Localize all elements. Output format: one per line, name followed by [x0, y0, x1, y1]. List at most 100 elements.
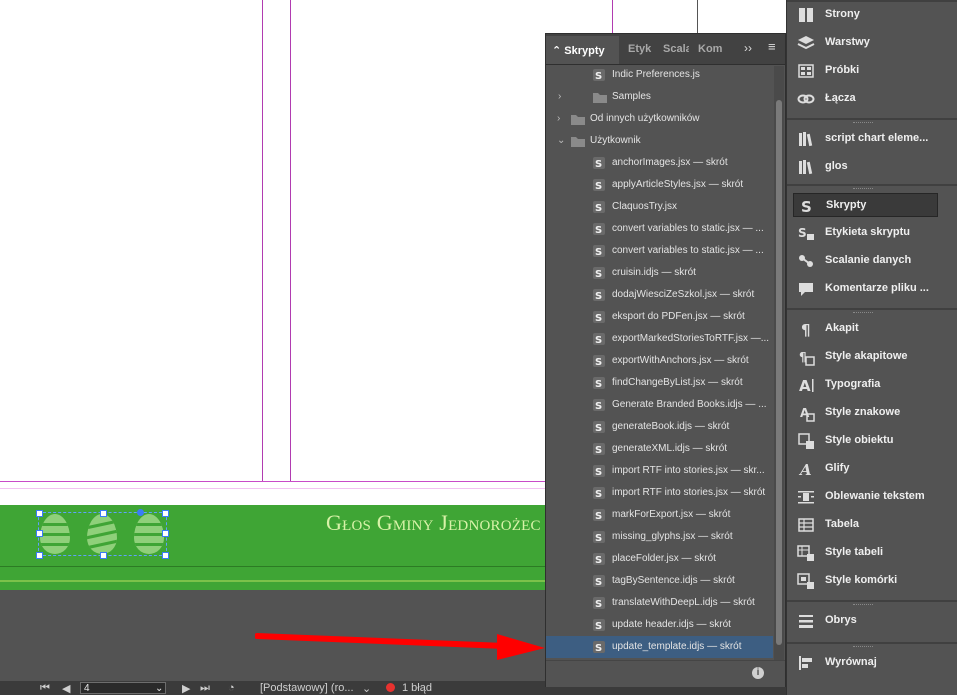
chevron-down-icon[interactable]: ⌄	[362, 682, 371, 695]
selection-handle[interactable]	[36, 552, 43, 559]
prev-page-icon[interactable]: ◀	[62, 682, 70, 695]
tree-script-item[interactable]: Scruisin.idjs — skrót	[546, 262, 773, 284]
scrollbar-thumb[interactable]	[776, 100, 782, 645]
dock-item-paragraph-styles[interactable]: ¶ Style akapitowe	[793, 345, 938, 369]
dock-divider[interactable]	[787, 308, 957, 310]
error-label[interactable]: 1 błąd	[402, 682, 432, 694]
tab-script-label[interactable]: Etyk	[628, 43, 656, 55]
panel-dock: Strony Warstwy Próbki Łącza script chart ele…	[786, 0, 957, 695]
more-tabs-icon[interactable]: ››	[744, 41, 752, 55]
first-page-icon[interactable]: ⏮	[40, 682, 50, 695]
dock-divider[interactable]	[787, 184, 957, 186]
tree-script-item[interactable]: SexportWithAnchors.jsx — skrót	[546, 350, 773, 372]
tree-script-item[interactable]: SdodajWiesciZeSzkol.jsx — skrót	[546, 284, 773, 306]
dock-item-paragraph[interactable]: ¶ Akapit	[793, 317, 938, 341]
tree-script-item[interactable]: Simport RTF into stories.jsx — skrót	[546, 482, 773, 504]
dock-item-cell-styles[interactable]: Style komórki	[793, 569, 938, 593]
dock-item-script-label[interactable]: S Etykieta skryptu	[793, 221, 938, 245]
dock-divider[interactable]	[787, 118, 957, 120]
tab-scripts-label: Skrypty	[564, 45, 605, 57]
tree-script-item[interactable]: Supdate_template.idjs — skrót	[546, 636, 773, 658]
tree-script-item[interactable]: Smissing_glyphs.jsx — skrót	[546, 526, 773, 548]
dock-grip-handle[interactable]	[853, 604, 873, 607]
tree-script-item[interactable]: Seksport do PDFen.jsx — skrót	[546, 306, 773, 328]
dock-item-label: Scalanie danych	[825, 254, 912, 266]
dock-item-links[interactable]: Łącza	[793, 87, 938, 111]
dock-grip-handle[interactable]	[853, 312, 873, 315]
dock-divider[interactable]	[787, 600, 957, 602]
dock-grip-handle[interactable]	[853, 122, 873, 125]
dock-item-character-styles[interactable]: A Style znakowe	[793, 401, 938, 425]
dock-divider[interactable]	[787, 642, 957, 644]
tab-comments[interactable]: Kom	[698, 43, 724, 55]
selection-handle[interactable]	[36, 530, 43, 537]
last-page-icon[interactable]: ⏭	[200, 682, 210, 695]
selection-handle[interactable]	[100, 510, 107, 517]
tree-folder[interactable]: › Samples	[546, 86, 773, 108]
page-number-value: 4	[84, 683, 90, 694]
tree-script-item[interactable]: SplaceFolder.jsx — skrót	[546, 548, 773, 570]
dock-item-align[interactable]: Wyrównaj	[793, 651, 938, 675]
tree-item-label: translateWithDeepL.idjs — skrót	[612, 597, 755, 608]
selection-handle[interactable]	[100, 552, 107, 559]
selection-handle[interactable]	[36, 510, 43, 517]
tree-script-item[interactable]: S ClaquosTry.jsx	[546, 196, 773, 218]
dock-item-stroke[interactable]: Obrys	[793, 609, 938, 633]
tree-script-item[interactable]: Sconvert variables to static.jsx — ...	[546, 218, 773, 240]
tree-folder[interactable]: › Od innych użytkowników	[546, 108, 773, 130]
dock-item-books[interactable]: script chart eleme...	[793, 127, 938, 151]
tree-script-item[interactable]: StagBySentence.idjs — skrót	[546, 570, 773, 592]
tree-script-item[interactable]: SmarkForExport.jsx — skrót	[546, 504, 773, 526]
dock-item-swatches[interactable]: Próbki	[793, 59, 938, 83]
dock-item-table[interactable]: Tabela	[793, 513, 938, 537]
selection-handle[interactable]	[162, 530, 169, 537]
chevron-right-icon[interactable]: ›	[557, 108, 560, 130]
tree-script-item[interactable]: SapplyArticleStyles.jsx — skrót	[546, 174, 773, 196]
table-styles-icon	[797, 544, 815, 562]
dock-item-object-styles[interactable]: Style obiektu	[793, 429, 938, 453]
tree-script-item[interactable]: SanchorImages.jsx — skrót	[546, 152, 773, 174]
tree-script-item[interactable]: SgenerateXML.idjs — skrót	[546, 438, 773, 460]
next-page-icon[interactable]: ▶	[182, 682, 190, 695]
preflight-icon[interactable]: ◔	[228, 682, 235, 694]
dock-item-text-wrap[interactable]: Oblewanie tekstem	[793, 485, 938, 509]
dock-item-layers[interactable]: Warstwy	[793, 31, 938, 55]
tree-script-item[interactable]: Sconvert variables to static.jsx — ...	[546, 240, 773, 262]
panel-menu-icon[interactable]: ≡	[768, 39, 776, 54]
chevron-down-icon[interactable]: ⌄	[557, 130, 565, 152]
tree-script-item[interactable]: Supdate header.idjs — skrót	[546, 614, 773, 636]
tree-script-item[interactable]: S Indic Preferences.js	[546, 64, 773, 86]
selection-handle[interactable]	[162, 510, 169, 517]
scrollbar[interactable]	[774, 66, 784, 661]
tree-script-item[interactable]: Simport RTF into stories.jsx — skr...	[546, 460, 773, 482]
tab-scripts[interactable]: ⌃ Skrypty	[546, 36, 619, 64]
style-label[interactable]: [Podstawowy] (ro...	[260, 682, 354, 694]
dock-item-label: Style komórki	[825, 574, 898, 586]
dock-item-pages[interactable]: Strony	[793, 3, 938, 27]
tree-script-item[interactable]: S Generate Branded Books.idjs — ...	[546, 394, 773, 416]
dock-grip-handle[interactable]	[853, 188, 873, 191]
dock-item-typography[interactable]: A Typografia	[793, 373, 938, 397]
dock-item-data-merge[interactable]: Scalanie danych	[793, 249, 938, 273]
tree-script-item[interactable]: SgenerateBook.idjs — skrót	[546, 416, 773, 438]
info-icon[interactable]: i	[752, 667, 764, 679]
chevron-down-icon[interactable]: ⌄	[155, 683, 163, 695]
selection-handle[interactable]	[162, 552, 169, 559]
tree-folder[interactable]: ⌄ Użytkownik	[546, 130, 773, 152]
dock-item-books[interactable]: glos	[793, 155, 938, 179]
page-number-field[interactable]: 4 ⌄	[80, 682, 166, 694]
script-icon: S	[592, 178, 606, 192]
tree-item-label: Od innych użytkowników	[590, 113, 700, 124]
rotation-handle[interactable]	[137, 509, 144, 516]
dock-item-glyphs[interactable]: A Glify	[793, 457, 938, 481]
dock-item-comments[interactable]: Komentarze pliku ...	[793, 277, 938, 301]
chevron-right-icon[interactable]: ›	[558, 86, 561, 108]
tree-script-item[interactable]: StranslateWithDeepL.idjs — skrót	[546, 592, 773, 614]
tab-data-merge[interactable]: Scala	[663, 43, 689, 55]
dock-item-scripts[interactable]: S Skrypty	[793, 193, 938, 217]
tree-script-item[interactable]: SfindChangeByList.jsx — skrót	[546, 372, 773, 394]
selection-frame[interactable]	[38, 512, 167, 556]
dock-grip-handle[interactable]	[853, 646, 873, 649]
tree-script-item[interactable]: SexportMarkedStoriesToRTF.jsx —...	[546, 328, 773, 350]
dock-item-table-styles[interactable]: Style tabeli	[793, 541, 938, 565]
